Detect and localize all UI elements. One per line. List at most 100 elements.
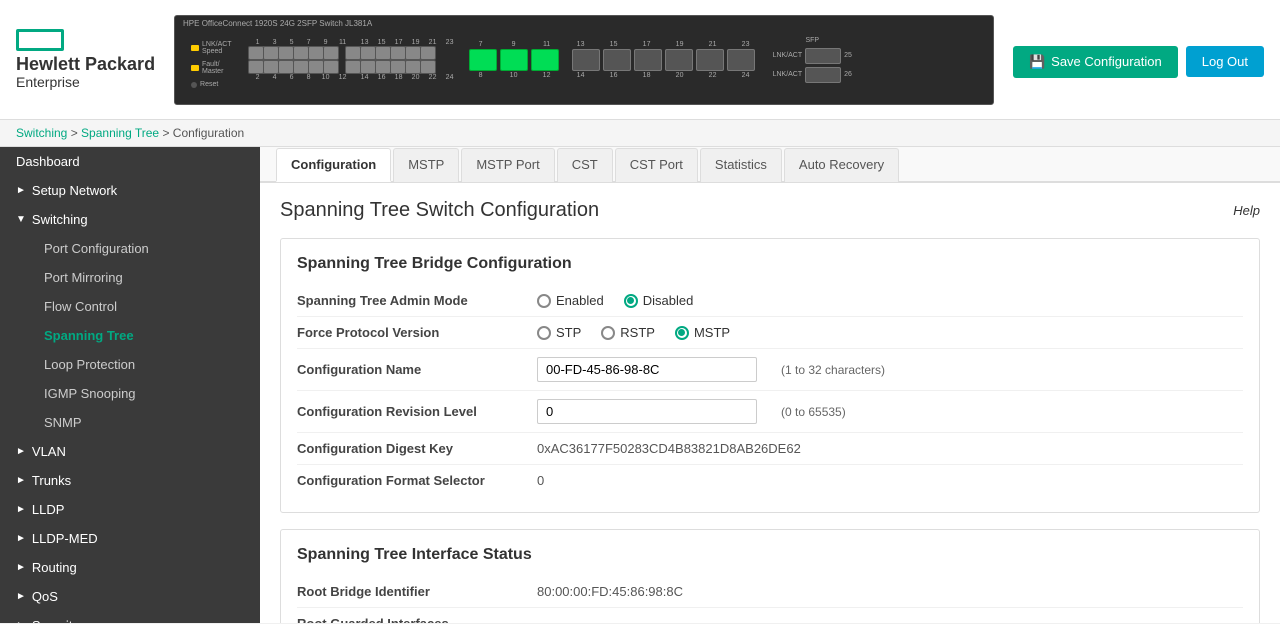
admin-mode-enabled-radio[interactable] [537, 294, 551, 308]
tab-mstp[interactable]: MSTP [393, 148, 459, 182]
admin-mode-row: Spanning Tree Admin Mode Enabled Disable… [297, 285, 1243, 317]
config-format-row: Configuration Format Selector 0 [297, 465, 1243, 496]
sidebar-item-port-mirroring[interactable]: Port Mirroring [0, 263, 260, 292]
protocol-mstp-radio[interactable] [675, 326, 689, 340]
tab-auto-recovery[interactable]: Auto Recovery [784, 148, 899, 182]
sidebar-item-routing-label: Routing [32, 560, 77, 575]
admin-mode-disabled-option[interactable]: Disabled [624, 293, 694, 308]
sidebar-item-port-mirroring-label: Port Mirroring [44, 270, 123, 285]
tab-cst-port[interactable]: CST Port [615, 148, 698, 182]
port-1 [249, 47, 263, 59]
admin-mode-disabled-radio[interactable] [624, 294, 638, 308]
admin-mode-enabled-option[interactable]: Enabled [537, 293, 604, 308]
protocol-stp-label: STP [556, 325, 581, 340]
config-format-text: 0 [537, 473, 544, 488]
chevron-down-icon: ▼ [16, 214, 26, 225]
sidebar-item-security[interactable]: ► Security [0, 611, 260, 623]
tab-mstp-port[interactable]: MSTP Port [461, 148, 554, 182]
sidebar-item-setup-network[interactable]: ► Setup Network [0, 176, 260, 205]
bridge-config-title: Spanning Tree Bridge Configuration [297, 255, 1243, 273]
breadcrumb-switching[interactable]: Switching [16, 126, 67, 140]
sidebar: Dashboard ► Setup Network ▼ Switching Po… [0, 147, 260, 623]
chevron-right-icon-qos: ► [16, 591, 26, 602]
root-bridge-label: Root Bridge Identifier [297, 584, 537, 599]
sidebar-item-security-label: Security [32, 618, 79, 623]
chevron-right-icon-lldp-med: ► [16, 533, 26, 544]
sidebar-item-port-configuration[interactable]: Port Configuration [0, 234, 260, 263]
sidebar-item-dashboard[interactable]: Dashboard [0, 147, 260, 176]
protocol-mstp-option[interactable]: MSTP [675, 325, 730, 340]
port-num-3: 3 [267, 39, 283, 46]
force-protocol-label: Force Protocol Version [297, 325, 537, 340]
config-name-row: Configuration Name (1 to 32 characters) [297, 349, 1243, 391]
giga-port-9 [500, 49, 528, 71]
config-name-input[interactable] [537, 357, 757, 382]
config-name-hint: (1 to 32 characters) [781, 363, 885, 377]
admin-mode-label: Spanning Tree Admin Mode [297, 293, 537, 308]
config-format-label: Configuration Format Selector [297, 473, 537, 488]
protocol-stp-option[interactable]: STP [537, 325, 581, 340]
sidebar-item-switching[interactable]: ▼ Switching [0, 205, 260, 234]
port-11 [324, 47, 338, 59]
port-3 [264, 47, 278, 59]
protocol-rstp-label: RSTP [620, 325, 655, 340]
reset-label: Reset [200, 81, 218, 88]
sidebar-item-vlan-label: VLAN [32, 444, 66, 459]
sidebar-item-lldp-med-label: LLDP-MED [32, 531, 98, 546]
interface-status-title: Spanning Tree Interface Status [297, 546, 1243, 564]
breadcrumb: Switching > Spanning Tree > Configuratio… [0, 120, 1280, 147]
reset-led [191, 82, 197, 88]
page-title-row: Spanning Tree Switch Configuration Help [280, 199, 1260, 222]
protocol-stp-radio[interactable] [537, 326, 551, 340]
help-link[interactable]: Help [1233, 203, 1260, 218]
giga-port-7 [469, 49, 497, 71]
lnk-act-label: LNK/ACTSpeed [202, 41, 232, 55]
admin-mode-value: Enabled Disabled [537, 293, 1243, 308]
root-bridge-value: 80:00:00:FD:45:86:98:8C [537, 584, 1243, 599]
save-configuration-button[interactable]: 💾 Save Configuration [1013, 46, 1178, 78]
sidebar-item-lldp[interactable]: ► LLDP [0, 495, 260, 524]
page-title: Spanning Tree Switch Configuration [280, 199, 599, 222]
logout-button[interactable]: Log Out [1186, 46, 1264, 77]
port-num-9: 9 [318, 39, 334, 46]
config-revision-label: Configuration Revision Level [297, 404, 537, 419]
sidebar-item-flow-control[interactable]: Flow Control [0, 292, 260, 321]
port-5 [279, 47, 293, 59]
sidebar-item-snmp[interactable]: SNMP [0, 408, 260, 437]
sidebar-item-vlan[interactable]: ► VLAN [0, 437, 260, 466]
logo-text-hp: Hewlett Packard [16, 55, 155, 75]
sidebar-item-setup-network-label: Setup Network [32, 183, 117, 198]
port-num-5: 5 [284, 39, 300, 46]
tab-cst[interactable]: CST [557, 148, 613, 182]
config-revision-row: Configuration Revision Level (0 to 65535… [297, 391, 1243, 433]
sidebar-item-snmp-label: SNMP [44, 415, 82, 430]
protocol-rstp-option[interactable]: RSTP [601, 325, 655, 340]
sidebar-item-switching-label: Switching [32, 212, 88, 227]
logo-text-enterprise: Enterprise [16, 74, 155, 90]
protocol-rstp-radio[interactable] [601, 326, 615, 340]
sidebar-item-lldp-med[interactable]: ► LLDP-MED [0, 524, 260, 553]
tab-configuration[interactable]: Configuration [276, 148, 391, 182]
sidebar-item-routing[interactable]: ► Routing [0, 553, 260, 582]
config-revision-hint: (0 to 65535) [781, 405, 846, 419]
header: Hewlett Packard Enterprise HPE OfficeCon… [0, 0, 1280, 120]
sidebar-item-qos[interactable]: ► QoS [0, 582, 260, 611]
sidebar-item-flow-control-label: Flow Control [44, 299, 117, 314]
config-digest-text: 0xAC36177F50283CD4B83821D8AB26DE62 [537, 441, 801, 456]
lnk-act-led [191, 45, 199, 51]
tab-statistics[interactable]: Statistics [700, 148, 782, 182]
sidebar-item-loop-protection-label: Loop Protection [44, 357, 135, 372]
breadcrumb-spanning-tree[interactable]: Spanning Tree [81, 126, 159, 140]
sidebar-item-dashboard-label: Dashboard [16, 154, 80, 169]
sidebar-item-spanning-tree[interactable]: Spanning Tree [0, 321, 260, 350]
sidebar-item-trunks[interactable]: ► Trunks [0, 466, 260, 495]
config-revision-input[interactable] [537, 399, 757, 424]
sidebar-item-loop-protection[interactable]: Loop Protection [0, 350, 260, 379]
chevron-right-icon-security: ► [16, 620, 26, 623]
hpe-logo-icon [16, 29, 64, 51]
sidebar-item-port-configuration-label: Port Configuration [44, 241, 149, 256]
chevron-right-icon: ► [16, 185, 26, 196]
force-protocol-radio-group: STP RSTP MSTP [537, 325, 730, 340]
protocol-mstp-label: MSTP [694, 325, 730, 340]
sidebar-item-igmp-snooping[interactable]: IGMP Snooping [0, 379, 260, 408]
